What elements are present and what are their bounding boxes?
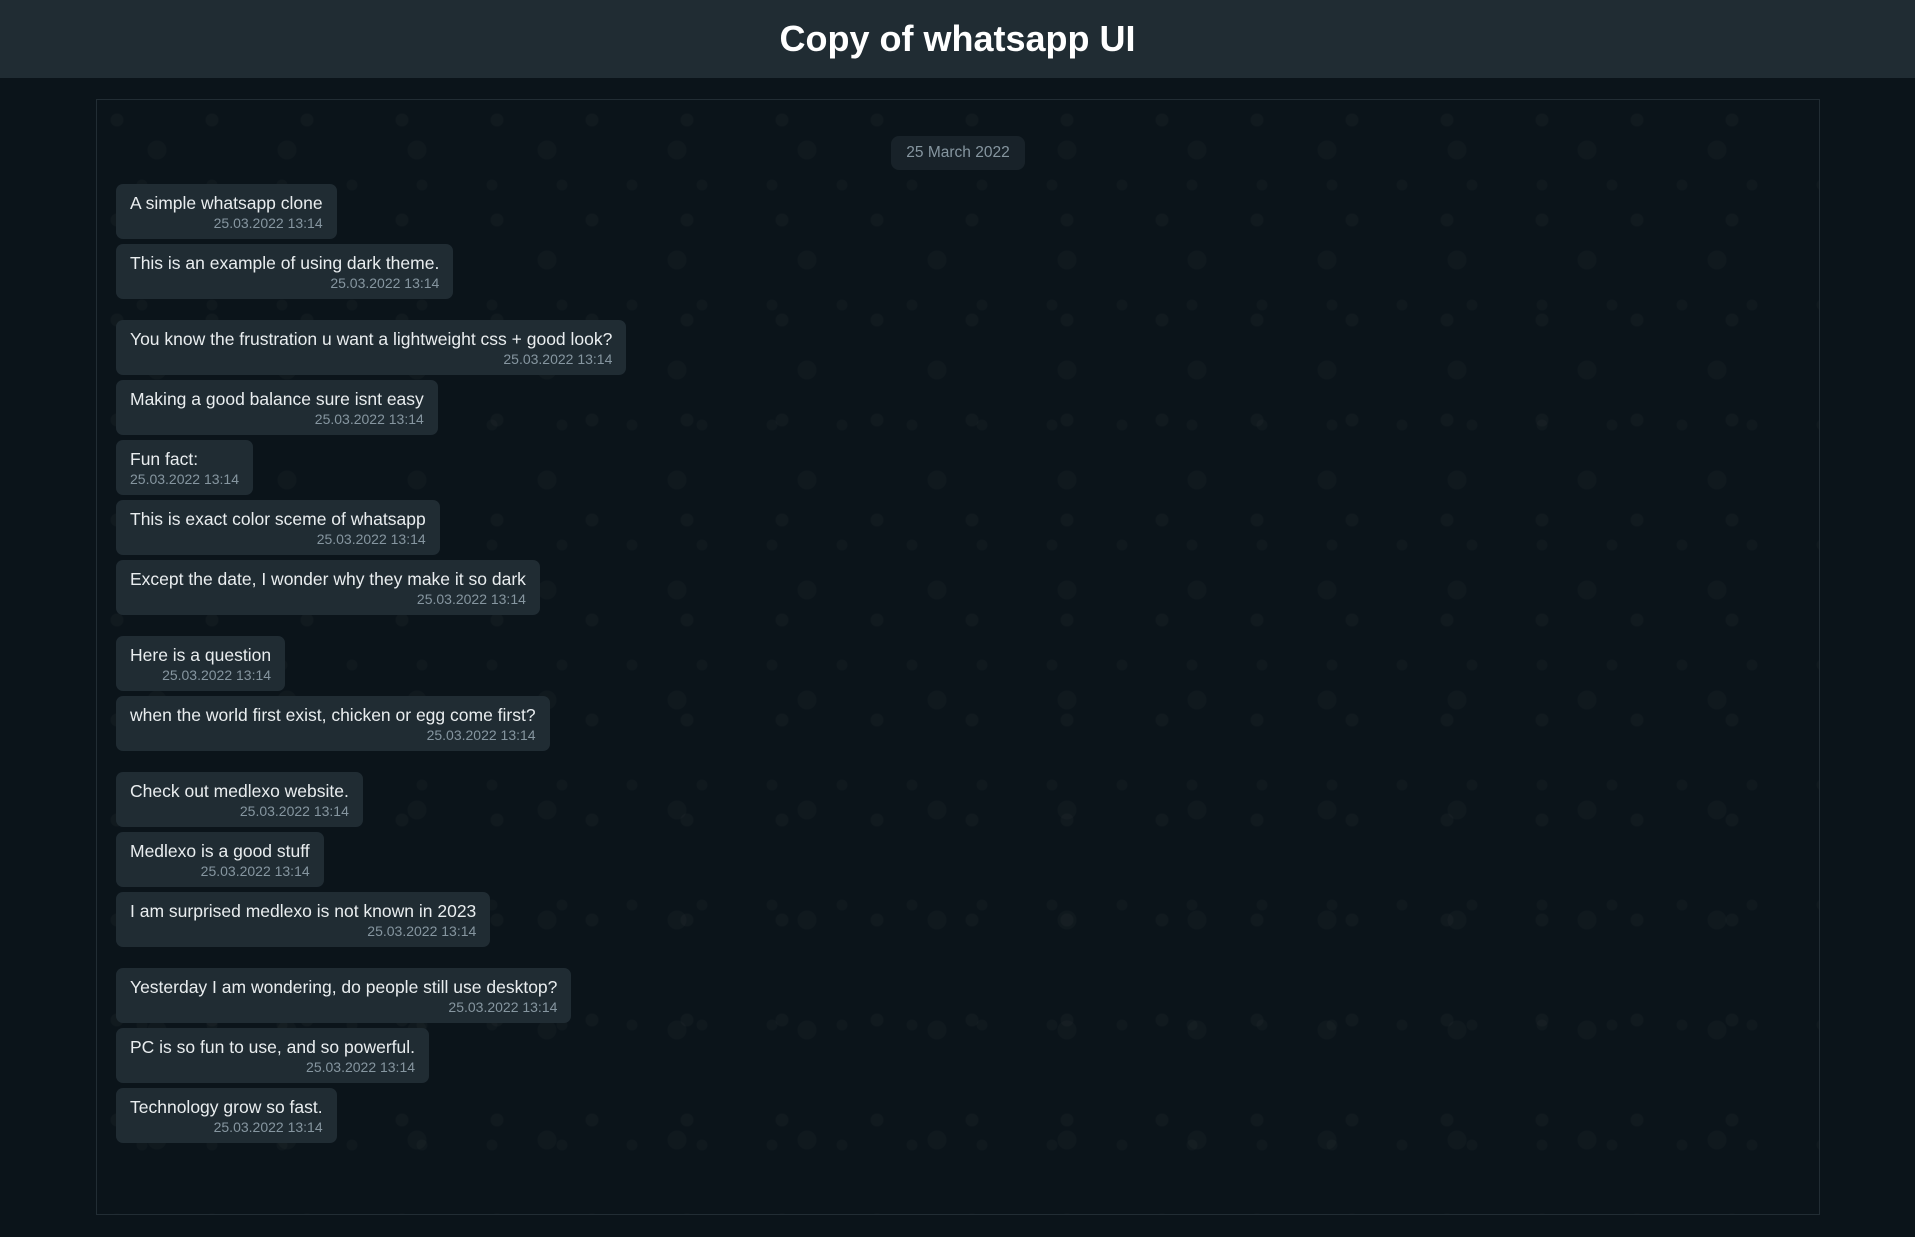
message-timestamp: 25.03.2022 13:14 xyxy=(213,1119,323,1135)
message-text: I am surprised medlexo is not known in 2… xyxy=(130,901,477,921)
app-header: Copy of whatsapp UI xyxy=(0,0,1915,78)
message-timestamp: 25.03.2022 13:14 xyxy=(426,727,536,743)
message-text: This is an example of using dark theme. xyxy=(130,253,440,273)
message-bubble[interactable]: Yesterday I am wondering, do people stil… xyxy=(116,968,572,1023)
message-group: A simple whatsapp clone 25.03.2022 13:14 T… xyxy=(116,184,1819,299)
message-group: Here is a question 25.03.2022 13:14 when t… xyxy=(116,636,1819,751)
message-text: Making a good balance sure isnt easy xyxy=(130,389,424,409)
message-timestamp: 25.03.2022 13:14 xyxy=(314,411,424,427)
message-text: Here is a question xyxy=(130,645,272,665)
message-timestamp: 25.03.2022 13:14 xyxy=(416,591,526,607)
date-badge: 25 March 2022 xyxy=(891,136,1025,170)
message-timestamp: 25.03.2022 13:14 xyxy=(330,275,440,291)
message-bubble[interactable]: PC is so fun to use, and so powerful. 25.… xyxy=(116,1028,430,1083)
message-bubble[interactable]: Except the date, I wonder why they make … xyxy=(116,560,540,615)
message-bubble[interactable]: Medlexo is a good stuff 25.03.2022 13:14 xyxy=(116,832,324,887)
message-timestamp: 25.03.2022 13:14 xyxy=(503,351,613,367)
page-title: Copy of whatsapp UI xyxy=(779,18,1136,59)
message-text: Except the date, I wonder why they make … xyxy=(130,569,526,589)
message-text: Medlexo is a good stuff xyxy=(130,841,310,861)
message-text: PC is so fun to use, and so powerful. xyxy=(130,1037,416,1057)
message-timestamp: 25.03.2022 13:14 xyxy=(130,471,239,487)
message-text: A simple whatsapp clone xyxy=(130,193,323,213)
message-bubble[interactable]: You know the frustration u want a lightw… xyxy=(116,320,627,375)
message-group: Yesterday I am wondering, do people stil… xyxy=(116,968,1819,1143)
message-bubble[interactable]: Technology grow so fast. 25.03.2022 13:14 xyxy=(116,1088,337,1143)
message-bubble[interactable]: This is an example of using dark theme. 2… xyxy=(116,244,454,299)
message-text: You know the frustration u want a lightw… xyxy=(130,329,613,349)
message-timestamp: 25.03.2022 13:14 xyxy=(306,1059,416,1075)
message-list: A simple whatsapp clone 25.03.2022 13:14 T… xyxy=(97,184,1819,1143)
message-group: Check out medlexo website. 25.03.2022 13:… xyxy=(116,772,1819,947)
message-text: Fun fact: xyxy=(130,449,199,469)
message-bubble[interactable]: Check out medlexo website. 25.03.2022 13:… xyxy=(116,772,363,827)
message-bubble[interactable]: This is exact color sceme of whatsapp 25.… xyxy=(116,500,440,555)
message-bubble[interactable]: Making a good balance sure isnt easy 25.0… xyxy=(116,380,438,435)
message-timestamp: 25.03.2022 13:14 xyxy=(162,667,272,683)
message-bubble[interactable]: Here is a question 25.03.2022 13:14 xyxy=(116,636,286,691)
message-text: Yesterday I am wondering, do people stil… xyxy=(130,977,558,997)
message-timestamp: 25.03.2022 13:14 xyxy=(239,803,349,819)
message-bubble[interactable]: when the world first exist, chicken or e… xyxy=(116,696,550,751)
chat-panel[interactable]: 25 March 2022 A simple whatsapp clone 25.… xyxy=(96,99,1820,1215)
message-timestamp: 25.03.2022 13:14 xyxy=(213,215,323,231)
message-bubble[interactable]: I am surprised medlexo is not known in 2… xyxy=(116,892,491,947)
message-bubble[interactable]: Fun fact: 25.03.2022 13:14 xyxy=(116,440,253,495)
message-text: Technology grow so fast. xyxy=(130,1097,323,1117)
message-bubble[interactable]: A simple whatsapp clone 25.03.2022 13:14 xyxy=(116,184,337,239)
message-group: You know the frustration u want a lightw… xyxy=(116,320,1819,615)
message-text: when the world first exist, chicken or e… xyxy=(130,705,536,725)
message-timestamp: 25.03.2022 13:14 xyxy=(316,531,426,547)
message-timestamp: 25.03.2022 13:14 xyxy=(367,923,477,939)
message-text: This is exact color sceme of whatsapp xyxy=(130,509,426,529)
message-timestamp: 25.03.2022 13:14 xyxy=(200,863,310,879)
message-text: Check out medlexo website. xyxy=(130,781,349,801)
message-timestamp: 25.03.2022 13:14 xyxy=(448,999,558,1015)
date-divider: 25 March 2022 xyxy=(97,136,1819,170)
